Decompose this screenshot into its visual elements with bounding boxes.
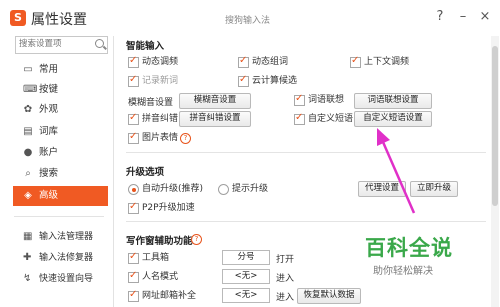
checkbox-icon[interactable]	[238, 74, 249, 87]
radio-label: 提示升级	[232, 184, 269, 194]
checkbox-label: P2P升级加速	[142, 203, 195, 213]
radio-label: 自动升级(推荐)	[142, 184, 204, 194]
sidebar-item-dictionary[interactable]: ▤ 词库	[13, 122, 108, 142]
sidebar-item-account[interactable]: ● 账户	[13, 143, 108, 163]
book-icon: ▤	[23, 126, 33, 137]
checkbox-icon[interactable]	[128, 55, 139, 68]
help-icon[interactable]: ?	[180, 133, 191, 144]
main-panel: 智能输入 动态调频 动态组词 上下文调频 记录新词 云计算候选 模糊音设置 模糊…	[114, 36, 500, 307]
checkbox-icon[interactable]	[128, 289, 139, 302]
persona-action-label: 进入	[276, 274, 295, 284]
sidebar-item-common[interactable]: ▭ 常用	[13, 60, 108, 80]
search-icon[interactable]	[95, 39, 104, 48]
checkbox-icon[interactable]	[128, 74, 139, 87]
settings-search[interactable]	[15, 36, 108, 54]
sidebar-item-label: 搜索	[39, 168, 59, 179]
checkbox-icon[interactable]	[350, 55, 361, 68]
checkbox-label: 记录新词	[142, 76, 179, 86]
checkbox-label: 动态调频	[142, 57, 179, 67]
wizard-icon: ↯	[23, 273, 32, 284]
section-upgrade: 升级选项	[126, 167, 165, 178]
custom-phrase-settings-button[interactable]: 自定义短语设置	[354, 111, 432, 127]
checkbox-label: 动态组词	[252, 57, 289, 67]
checkbox-label: 自定义短语	[308, 114, 354, 124]
window-title: 属性设置	[31, 12, 87, 28]
search-input[interactable]	[16, 37, 89, 51]
title-bar: 属性设置 搜狗输入法 ? – ×	[0, 0, 500, 36]
help-button[interactable]: ?	[432, 9, 448, 24]
checkbox-icon[interactable]	[294, 93, 305, 106]
tool-ime-manager[interactable]: ▦ 输入法管理器	[13, 228, 113, 246]
checkbox-icon[interactable]	[294, 112, 305, 125]
radio-icon[interactable]	[128, 184, 139, 195]
toolbox-action-label: 打开	[276, 255, 295, 265]
user-icon: ●	[23, 147, 33, 158]
section-divider	[126, 221, 486, 222]
palette-icon: ✿	[23, 104, 33, 115]
section-divider	[126, 152, 486, 153]
window-subtitle: 搜狗输入法	[225, 16, 271, 26]
checkbox-icon[interactable]	[128, 112, 139, 125]
tool-ime-repair[interactable]: ✚ 输入法修复器	[13, 249, 113, 267]
advanced-icon: ◈	[24, 190, 32, 201]
toolbox-key-field[interactable]: 分号	[222, 250, 270, 265]
watermark-brand: 百科全说	[365, 236, 453, 260]
manager-icon: ▦	[23, 231, 33, 242]
search-icon: ⌕	[25, 168, 31, 179]
minimize-button[interactable]: –	[455, 9, 471, 24]
close-button[interactable]: ×	[477, 9, 493, 24]
tool-label: 输入法修复器	[39, 253, 94, 263]
sidebar-item-label: 账户	[39, 147, 59, 158]
sidebar-item-advanced[interactable]: ◈ 高级	[13, 186, 108, 206]
settings-window: 属性设置 搜狗输入法 ? – × ▭ 常用 ⌨ 按键 ✿ 外观 ▤ 词库 ● 账…	[0, 0, 500, 307]
sidebar-item-search[interactable]: ⌕ 搜索	[13, 164, 108, 184]
checkbox-label: 工具箱	[142, 253, 170, 263]
sogou-logo-icon	[10, 10, 26, 26]
proxy-settings-button[interactable]: 代理设置	[358, 181, 406, 197]
checkbox-label: 图片表情	[142, 133, 179, 143]
pinyin-fix-settings-button[interactable]: 拼音纠错设置	[179, 111, 251, 127]
help-icon[interactable]: ?	[191, 234, 202, 245]
monitor-icon: ▭	[23, 64, 33, 75]
sidebar-item-appearance[interactable]: ✿ 外观	[13, 100, 108, 120]
tool-label: 输入法管理器	[39, 232, 94, 242]
tool-setup-wizard[interactable]: ↯ 快速设置向导	[13, 270, 113, 288]
checkbox-icon[interactable]	[128, 131, 139, 144]
upgrade-now-button[interactable]: 立即升级	[410, 181, 458, 197]
email-key-field[interactable]: <无>	[222, 288, 270, 303]
checkbox-label: 拼音纠错	[142, 114, 179, 124]
checkbox-label: 上下文调频	[364, 57, 410, 67]
fuzzy-settings-button[interactable]: 模糊音设置	[179, 93, 251, 109]
section-smart-input: 智能输入	[126, 41, 165, 52]
section-writer: 写作窗辅助功能	[126, 236, 193, 247]
tool-label: 快速设置向导	[39, 274, 94, 284]
fuzzy-label: 模糊音设置	[128, 98, 174, 108]
sidebar-divider	[14, 216, 104, 217]
scrollbar[interactable]	[491, 36, 499, 307]
sidebar-item-label: 常用	[39, 64, 59, 75]
checkbox-label: 词语联想	[308, 95, 345, 105]
persona-key-field[interactable]: <无>	[222, 269, 270, 284]
checkbox-icon[interactable]	[128, 270, 139, 283]
checkbox-icon[interactable]	[128, 201, 139, 214]
checkbox-icon[interactable]	[238, 55, 249, 68]
checkbox-label: 云计算候选	[252, 76, 298, 86]
radio-icon[interactable]	[218, 184, 229, 195]
email-action-label: 进入	[276, 293, 295, 303]
sidebar: ▭ 常用 ⌨ 按键 ✿ 外观 ▤ 词库 ● 账户 ⌕ 搜索 ◈ 高级 ▦	[0, 36, 114, 307]
keyboard-icon: ⌨	[23, 84, 38, 95]
restore-defaults-button[interactable]: 恢复默认数据	[297, 288, 361, 304]
sidebar-item-label: 词库	[39, 126, 59, 137]
scrollbar-thumb[interactable]	[492, 46, 498, 206]
checkbox-label: 网址邮箱补全	[142, 291, 197, 301]
repair-icon: ✚	[23, 252, 32, 263]
sidebar-item-label: 按键	[39, 84, 59, 95]
sidebar-item-label: 高级	[39, 190, 59, 201]
sidebar-item-keys[interactable]: ⌨ 按键	[13, 80, 108, 100]
checkbox-label: 人名模式	[142, 272, 179, 282]
phrase-assoc-settings-button[interactable]: 词语联想设置	[354, 93, 432, 109]
sidebar-item-label: 外观	[39, 104, 59, 115]
checkbox-icon[interactable]	[128, 251, 139, 264]
watermark-tagline: 助你轻松解决	[373, 266, 433, 277]
